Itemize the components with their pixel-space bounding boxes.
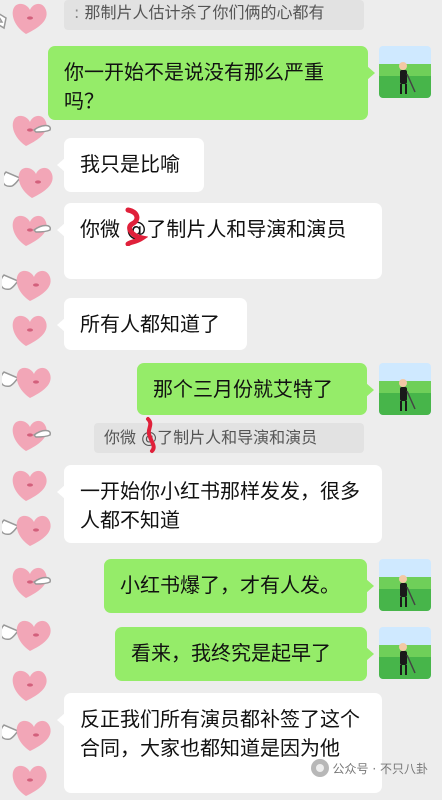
- watermark-text: 公众号 · 不只八卦: [332, 761, 428, 776]
- winged-heart-icon: [2, 367, 51, 398]
- sent-message[interactable]: 那个三月份就艾特了: [137, 363, 374, 415]
- sent-message[interactable]: 小红书爆了，才有人发。: [104, 559, 374, 613]
- message-text: 那个三月份就艾特了: [153, 377, 333, 401]
- user-avatar[interactable]: [379, 559, 431, 611]
- quoted-text: 那制片人估计杀了你们俩的心都有: [84, 3, 325, 22]
- winged-heart-icon: [2, 620, 51, 651]
- quote-marker: :: [74, 3, 85, 22]
- golf-player-avatar: [379, 627, 431, 679]
- winged-heart-icon: [12, 420, 51, 451]
- received-message[interactable]: 所有人都知道了: [57, 298, 247, 350]
- message-text: 反正我们所有演员都补签了这个合同，大家也都知道是因为他: [80, 707, 360, 760]
- wechat-official-account-icon: [310, 759, 329, 777]
- received-message[interactable]: 你微 @了制片人和导演和演员: [57, 203, 382, 279]
- golf-player-avatar: [379, 559, 431, 611]
- user-avatar[interactable]: [379, 46, 431, 98]
- quoted-text: 你微 @了制片人和导演和演员: [104, 428, 318, 447]
- winged-heart-icon: [12, 567, 51, 598]
- golf-player-avatar: [379, 46, 431, 98]
- winged-heart-icon: [2, 270, 51, 301]
- winged-heart-icon: [0, 3, 47, 34]
- winged-heart-icon: [2, 515, 51, 546]
- message-text: 你微 @了制片人和导演和演员: [80, 217, 347, 241]
- message-text: 看来，我终究是起早了: [131, 641, 331, 665]
- message-text: 所有人都知道了: [80, 312, 220, 336]
- message-text: 你一开始不是说没有那么严重吗？: [64, 60, 324, 113]
- red-scribble-mark: [146, 417, 156, 453]
- sent-message[interactable]: 你一开始不是说没有那么严重吗？: [48, 46, 375, 120]
- winged-heart-icon: [12, 215, 51, 246]
- message-text: 一开始你小红书那样发发，很多人都不知道: [80, 479, 360, 532]
- quoted-message-top[interactable]: : 那制片人估计杀了你们俩的心都有: [64, 0, 364, 30]
- golf-player-avatar: [379, 363, 431, 415]
- message-text: 我只是比喻: [80, 152, 180, 176]
- user-avatar[interactable]: [379, 627, 431, 679]
- winged-heart-icon: [2, 720, 51, 751]
- winged-heart-icon: [12, 115, 51, 146]
- received-message[interactable]: 反正我们所有演员都补签了这个合同，大家也都知道是因为他: [57, 693, 382, 793]
- winged-heart-icon: [12, 470, 47, 501]
- message-text: 小红书爆了，才有人发。: [120, 573, 340, 597]
- sent-message[interactable]: 看来，我终究是起早了: [115, 627, 374, 681]
- received-message[interactable]: 我只是比喻: [57, 138, 204, 192]
- winged-heart-icon: [12, 670, 47, 701]
- received-message[interactable]: 一开始你小红书那样发发，很多人都不知道: [57, 465, 382, 543]
- watermark: 公众号 · 不只八卦: [310, 759, 428, 777]
- red-scribble-mark: [125, 207, 148, 246]
- winged-heart-icon: [4, 167, 53, 198]
- winged-heart-icon: [12, 315, 47, 346]
- user-avatar[interactable]: [379, 363, 431, 415]
- quoted-reply[interactable]: 你微 @了制片人和导演和演员: [94, 423, 364, 453]
